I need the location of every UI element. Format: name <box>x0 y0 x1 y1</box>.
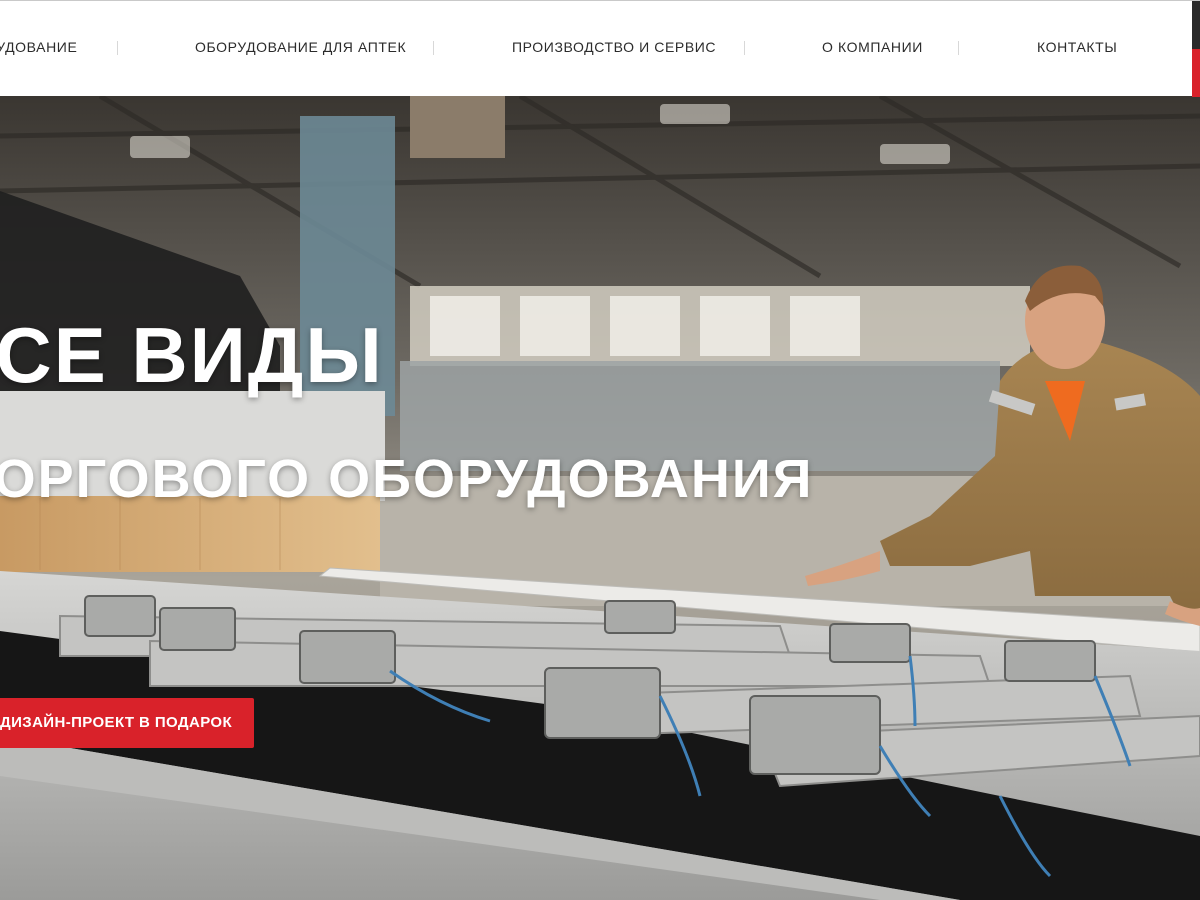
top-navigation: ОБОРУДОВАНИЕ ОБОРУДОВАНИЕ ДЛЯ АПТЕК ПРОИ… <box>0 0 1200 97</box>
hero-banner: ВСЕ ВИДЫ ТОРГОВОГО ОБОРУДОВАНИЯ ДИЗАЙН-П… <box>0 96 1200 900</box>
hero-subtitle: ТОРГОВОГО ОБОРУДОВАНИЯ <box>0 449 814 509</box>
accent-block <box>1192 49 1200 97</box>
header-accent-strip <box>1192 1 1200 97</box>
nav-separator <box>744 41 745 55</box>
nav-item-production-service[interactable]: ПРОИЗВОДСТВО И СЕРВИС <box>512 39 716 55</box>
nav-item-pharmacy-equipment[interactable]: ОБОРУДОВАНИЕ ДЛЯ АПТЕК <box>195 39 406 55</box>
nav-separator <box>958 41 959 55</box>
nav-item-contacts[interactable]: КОНТАКТЫ <box>1037 39 1117 55</box>
hero-title: ВСЕ ВИДЫ <box>0 311 384 399</box>
nav-item-about[interactable]: О КОМПАНИИ <box>822 39 923 55</box>
nav-separator <box>433 41 434 55</box>
nav-separator <box>117 41 118 55</box>
nav-item-equipment[interactable]: ОБОРУДОВАНИЕ <box>0 39 77 55</box>
design-project-gift-button[interactable]: ДИЗАЙН-ПРОЕКТ В ПОДАРОК <box>0 698 255 748</box>
